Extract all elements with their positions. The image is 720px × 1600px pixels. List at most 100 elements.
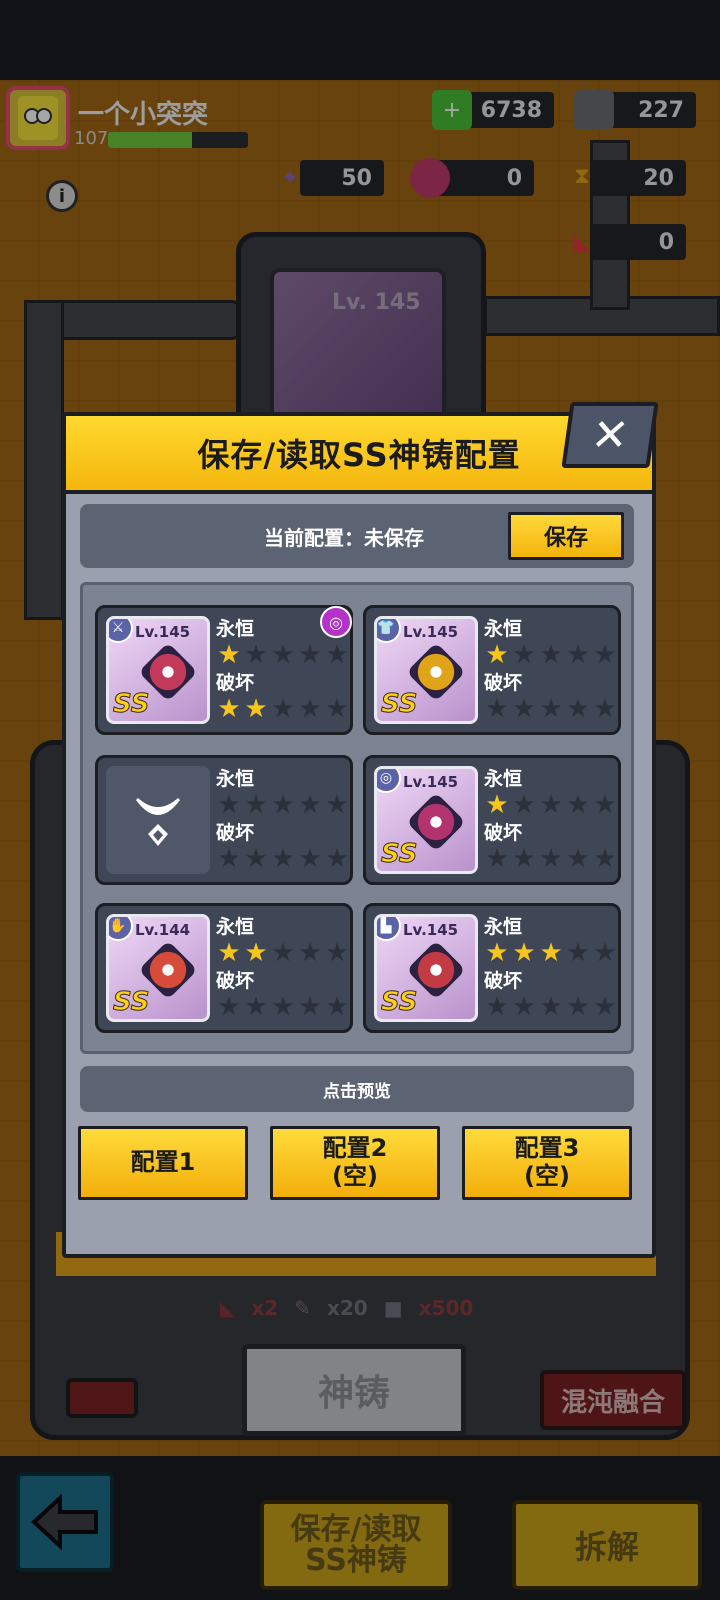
weapon-icon: ⚔ [109,619,133,643]
config-3-button[interactable]: 配置3 (空) [462,1126,632,1200]
destroy-star-rating: ★ ★ ★ ★ ★ [216,994,350,1020]
destroy-star-rating: ★ ★ ★ ★ ★ [484,994,618,1020]
ss-rank-badge: SS [381,987,419,1018]
star-icon: ★ [512,992,536,1022]
equipment-image: ✋ Lv.144 SS [106,914,210,1022]
star-icon: ★ [244,992,268,1022]
star-icon: ★ [512,844,536,874]
eternal-star-rating: ★ ★ ★ ★ ★ [484,940,618,966]
star-icon: ★ [539,694,563,724]
star-icon: ★ [271,844,295,874]
ss-rank-badge: SS [381,689,419,720]
star-icon: ★ [271,938,295,968]
star-icon: ★ [566,844,590,874]
star-icon: ★ [512,790,536,820]
belt-icon: ◎ [377,769,401,793]
star-icon: ★ [271,790,295,820]
equipment-slot[interactable]: ▙ Lv.145 SS 永恒 破坏 ★ ★ ★ ★ ★ ★ ★ ★ ★ ★ [363,903,621,1033]
star-icon: ★ [512,640,536,670]
eternal-label: 永恒 [216,768,255,790]
star-icon: ★ [593,640,617,670]
equipment-slot[interactable]: 👕 Lv.145 SS 永恒 破坏 ★ ★ ★ ★ ★ ★ ★ ★ ★ ★ [363,605,621,735]
config-1-button[interactable]: 配置1 [78,1126,248,1200]
eternal-star-rating: ★ ★ ★ ★ ★ [216,940,350,966]
dialog-title: 保存/读取SS神铸配置 [197,436,521,474]
save-button[interactable]: 保存 [508,512,624,560]
ss-rank-badge: SS [113,987,151,1018]
config-3-label: 配置3 [514,1134,580,1163]
star-icon: ★ [217,938,241,968]
config-2-button[interactable]: 配置2 (空) [270,1126,440,1200]
star-icon: ★ [539,844,563,874]
current-config-bar: 当前配置：未保存 保存 [80,504,634,568]
star-icon: ★ [244,694,268,724]
eternal-star-rating: ★ ★ ★ ★ ★ [216,792,350,818]
star-icon: ★ [325,640,349,670]
equipment-slot[interactable]: 永恒 破坏 ★ ★ ★ ★ ★ ★ ★ ★ ★ ★ [95,755,353,885]
destroy-label: 破坏 [484,970,523,992]
star-icon: ★ [485,694,509,724]
equipment-level: Lv.145 [403,921,459,939]
star-icon: ★ [566,938,590,968]
equipment-slot[interactable]: ◎ Lv.145 SS 永恒 破坏 ★ ★ ★ ★ ★ ★ ★ ★ ★ ★ [363,755,621,885]
eternal-star-rating: ★ ★ ★ ★ ★ [484,642,618,668]
destroy-label: 破坏 [216,970,255,992]
equipment-image [106,766,210,874]
star-icon: ★ [593,694,617,724]
star-icon: ★ [485,992,509,1022]
equipment-slot[interactable]: ⚔ Lv.145 SS 永恒 破坏 ★ ★ ★ ★ ★ ★ ★ ★ ★ ★ ◎ [95,605,353,735]
eternal-star-rating: ★ ★ ★ ★ ★ [484,792,618,818]
destroy-star-rating: ★ ★ ★ ★ ★ [216,846,350,872]
star-icon: ★ [512,694,536,724]
boot-icon: ▙ [377,917,401,941]
star-icon: ★ [593,938,617,968]
star-icon: ★ [217,694,241,724]
star-icon: ★ [485,938,509,968]
destroy-star-rating: ★ ★ ★ ★ ★ [216,696,350,722]
star-icon: ★ [325,844,349,874]
star-icon: ★ [244,790,268,820]
ss-rank-badge: SS [113,689,151,720]
config-1-label: 配置1 [130,1148,196,1177]
star-icon: ★ [566,992,590,1022]
star-icon: ★ [325,992,349,1022]
star-icon: ★ [485,844,509,874]
star-icon: ★ [566,694,590,724]
eternal-star-rating: ★ ★ ★ ★ ★ [216,642,350,668]
equipment-level: Lv.145 [403,773,459,791]
destroy-label: 破坏 [484,822,523,844]
star-icon: ★ [325,694,349,724]
ss-rank-badge: SS [381,839,419,870]
star-icon: ★ [298,640,322,670]
destroy-label: 破坏 [484,672,523,694]
star-icon: ★ [298,790,322,820]
destroy-label: 破坏 [216,822,255,844]
star-icon: ★ [244,640,268,670]
star-icon: ★ [298,694,322,724]
star-icon: ★ [271,992,295,1022]
star-icon: ★ [217,640,241,670]
equipment-slot[interactable]: ✋ Lv.144 SS 永恒 破坏 ★ ★ ★ ★ ★ ★ ★ ★ ★ ★ [95,903,353,1033]
star-icon: ★ [485,790,509,820]
star-icon: ★ [539,790,563,820]
star-icon: ★ [593,790,617,820]
close-button[interactable]: ✕ [561,402,659,468]
star-icon: ★ [566,790,590,820]
star-icon: ★ [271,694,295,724]
glove-icon: ✋ [109,917,133,941]
eternal-label: 永恒 [484,618,523,640]
star-icon: ★ [217,790,241,820]
star-icon: ★ [539,992,563,1022]
star-icon: ★ [593,844,617,874]
preview-bar[interactable]: 点击预览 [80,1066,634,1112]
necklace-icon [136,798,180,846]
destroy-star-rating: ★ ★ ★ ★ ★ [484,846,618,872]
eternal-label: 永恒 [484,916,523,938]
target-badge-icon: ◎ [320,606,352,638]
destroy-star-rating: ★ ★ ★ ★ ★ [484,696,618,722]
star-icon: ★ [271,640,295,670]
star-icon: ★ [298,938,322,968]
star-icon: ★ [298,844,322,874]
star-icon: ★ [244,938,268,968]
star-icon: ★ [539,938,563,968]
